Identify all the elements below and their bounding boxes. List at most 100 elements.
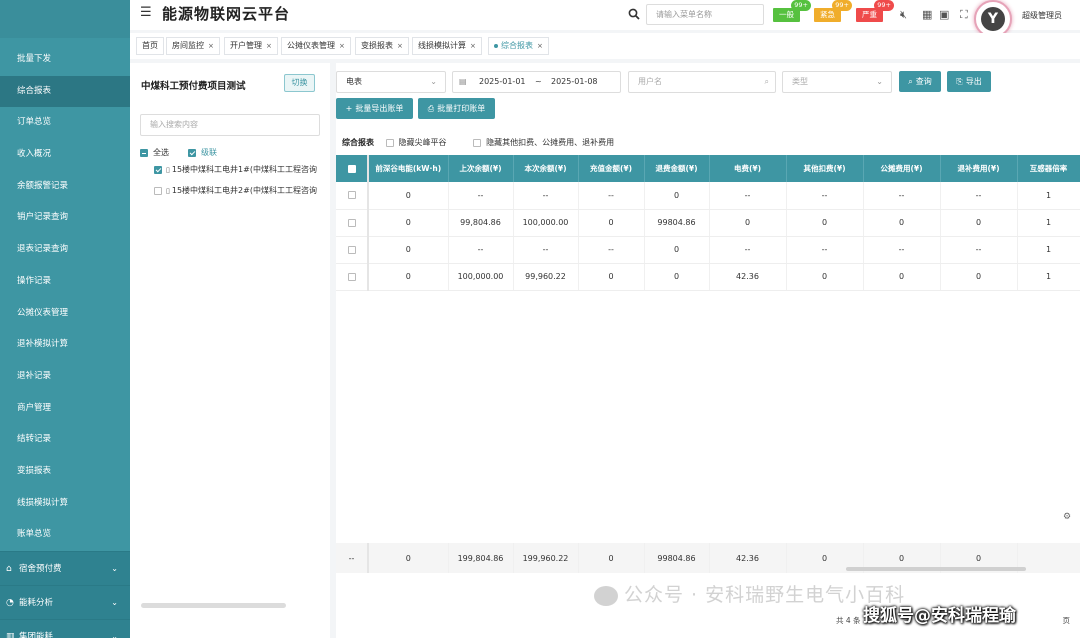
alarm-badge[interactable]: 紧急 99+: [814, 0, 852, 22]
hide-peak-checkbox[interactable]: 隐藏尖峰平谷: [385, 137, 447, 148]
sidebar: 批量下发 综合报表 订单总览 收入概况 余额报警记录 销户记录查询 退表记录查询 操作记录 公摊…: [0, 0, 130, 638]
column-settings-icon[interactable]: ⚙: [1063, 512, 1071, 522]
close-icon[interactable]: ×: [470, 42, 476, 50]
meter-type-select[interactable]: 电表 ⌄: [336, 71, 446, 93]
sidebar-item[interactable]: 综合报表: [0, 75, 130, 108]
type-select[interactable]: 类型 ⌄: [782, 71, 892, 93]
column-header[interactable]: 退费金额(¥): [644, 155, 710, 182]
menu-search-input[interactable]: 请输入菜单名称: [646, 4, 764, 25]
sidebar-item[interactable]: 操作记录: [0, 266, 130, 298]
mute-icon[interactable]: 🔇︎: [900, 8, 907, 22]
row-select-cell[interactable]: [336, 209, 369, 237]
row-select-cell[interactable]: [336, 263, 369, 291]
sidebar-item[interactable]: 商户管理: [0, 393, 130, 425]
sidebar-item[interactable]: 线损模拟计算: [0, 488, 130, 520]
column-header[interactable]: 退补费用(¥): [940, 155, 1018, 182]
select-all-rows-header[interactable]: [336, 155, 369, 182]
tab-label: 公摊仪表管理: [287, 41, 335, 50]
tree-search-input[interactable]: 输入搜索内容: [140, 114, 320, 136]
display-options: 综合报表 隐藏尖峰平谷 隐藏其他扣费、公摊费用、退补费用: [342, 137, 614, 148]
table-row[interactable]: 0 -- -- -- 0 -- -- -- -- 1: [336, 182, 1080, 210]
tab[interactable]: 公摊仪表管理 ×: [281, 37, 351, 55]
row-checkbox[interactable]: [347, 191, 356, 200]
monitor-icon[interactable]: ▣: [939, 8, 949, 21]
search-icon[interactable]: [628, 8, 640, 20]
row-select-cell[interactable]: [336, 182, 369, 210]
hide-other-checkbox[interactable]: 隐藏其他扣费、公摊费用、退补费用: [473, 137, 614, 148]
cascade-checkbox[interactable]: 级联: [188, 147, 217, 158]
date-range-picker[interactable]: ▤ 2025-01-01 ~ 2025-01-08: [452, 71, 621, 93]
sidebar-item[interactable]: 退补模拟计算: [0, 329, 130, 361]
sidebar-item[interactable]: 批量下发: [0, 44, 130, 76]
column-header[interactable]: 电费(¥): [709, 155, 787, 182]
app-title: 能源物联网云平台: [162, 5, 291, 23]
table-row[interactable]: 0 -- -- -- 0 -- -- -- -- 1: [336, 236, 1080, 264]
sidebar-item[interactable]: 订单总览: [0, 107, 130, 139]
header-checkbox[interactable]: [347, 165, 356, 173]
select-all-checkbox[interactable]: 全选: [140, 147, 169, 158]
column-header[interactable]: 前深谷电能(kW·h): [368, 155, 449, 182]
column-header[interactable]: 本次余额(¥): [513, 155, 579, 182]
horizontal-scrollbar[interactable]: [846, 567, 1026, 571]
column-header[interactable]: 上次余额(¥): [448, 155, 514, 182]
username-input[interactable]: 用户名 ⌕: [628, 71, 776, 93]
avatar-letter: Y: [981, 7, 1005, 31]
paperclip-icon: ⎘: [956, 77, 963, 86]
alarm-badge[interactable]: 严重 99+: [856, 0, 894, 22]
tab[interactable]: 变损报表 ×: [355, 37, 409, 55]
tab[interactable]: 开户管理 ×: [224, 37, 278, 55]
export-button[interactable]: ⎘ 导出: [947, 71, 991, 92]
tree-node-checkbox[interactable]: [154, 186, 162, 195]
sidebar-item[interactable]: 收入概况: [0, 139, 130, 171]
tree-scrollbar[interactable]: [141, 603, 286, 608]
table-cell: 0: [368, 182, 449, 210]
column-header[interactable]: 充值金额(¥): [578, 155, 645, 182]
menu-toggle-icon[interactable]: ☰: [140, 5, 152, 20]
tab[interactable]: 首页: [136, 37, 164, 55]
sidebar-item[interactable]: 销户记录查询: [0, 202, 130, 234]
close-icon[interactable]: ×: [208, 42, 214, 50]
sidebar-group[interactable]: ⌂ 宿舍预付费 ⌄: [0, 551, 130, 585]
close-icon[interactable]: ×: [397, 42, 403, 50]
sidebar-group[interactable]: ◔ 能耗分析 ⌄: [0, 585, 130, 619]
column-header[interactable]: 公摊费用(¥): [863, 155, 941, 182]
tab[interactable]: 综合报表 ×: [488, 37, 549, 55]
table-row[interactable]: 0 100,000.00 99,960.22 0 0 42.36 0 0 0 1: [336, 263, 1080, 291]
row-checkbox[interactable]: [347, 272, 356, 281]
batch-export-button[interactable]: + 批量导出账单: [336, 98, 413, 119]
fullscreen-icon[interactable]: ⛶: [960, 8, 968, 22]
tree-node[interactable]: ▯ 15楼中煤科工电井1#(中煤科工工程咨询: [154, 164, 322, 175]
close-icon[interactable]: ×: [266, 42, 272, 50]
table-cell: 0: [644, 263, 710, 291]
tree-node-checkbox[interactable]: [154, 165, 162, 174]
username[interactable]: 超级管理员: [1022, 10, 1062, 21]
query-button[interactable]: ⌕ 查询: [899, 71, 941, 92]
plus-icon: +: [345, 104, 353, 113]
project-panel: 中煤科工预付费项目测试 切换 输入搜索内容 全选 级联 ▯ 15楼中煤科工电井1#…: [130, 63, 330, 638]
tree-node[interactable]: ▯ 15楼中煤科工电井2#(中煤科工工程咨询: [154, 185, 322, 196]
close-icon[interactable]: ×: [537, 42, 543, 50]
batch-print-button[interactable]: ⎙ 批量打印账单: [418, 98, 495, 119]
sidebar-item[interactable]: 退表记录查询: [0, 234, 130, 266]
tab[interactable]: 线损模拟计算 ×: [412, 37, 482, 55]
grid-icon[interactable]: ▦: [922, 8, 932, 21]
sidebar-group[interactable]: ▥ 集团能耗 ⌄: [0, 619, 130, 638]
row-checkbox[interactable]: [347, 245, 356, 254]
tab[interactable]: 房间监控 ×: [166, 37, 220, 55]
table-row[interactable]: 0 99,804.86 100,000.00 0 99804.86 0 0 0 0 1: [336, 209, 1080, 237]
column-header[interactable]: 其他扣费(¥): [786, 155, 864, 182]
column-header[interactable]: 互感器倍率: [1017, 155, 1080, 182]
meter-type-value: 电表: [346, 77, 362, 86]
close-icon[interactable]: ×: [339, 42, 345, 50]
sidebar-item[interactable]: 结转记录: [0, 424, 130, 456]
alarm-badge[interactable]: 一般 99+: [773, 0, 811, 22]
switch-project-button[interactable]: 切换: [284, 74, 315, 92]
sidebar-item[interactable]: 账单总览: [0, 519, 130, 551]
sidebar-item[interactable]: 余额报警记录: [0, 171, 130, 203]
sidebar-item[interactable]: 退补记录: [0, 361, 130, 393]
sidebar-item[interactable]: 公摊仪表管理: [0, 298, 130, 330]
row-checkbox[interactable]: [347, 218, 356, 227]
building-icon: ▥: [6, 632, 15, 638]
sidebar-item[interactable]: 变损报表: [0, 456, 130, 488]
row-select-cell[interactable]: [336, 236, 369, 264]
